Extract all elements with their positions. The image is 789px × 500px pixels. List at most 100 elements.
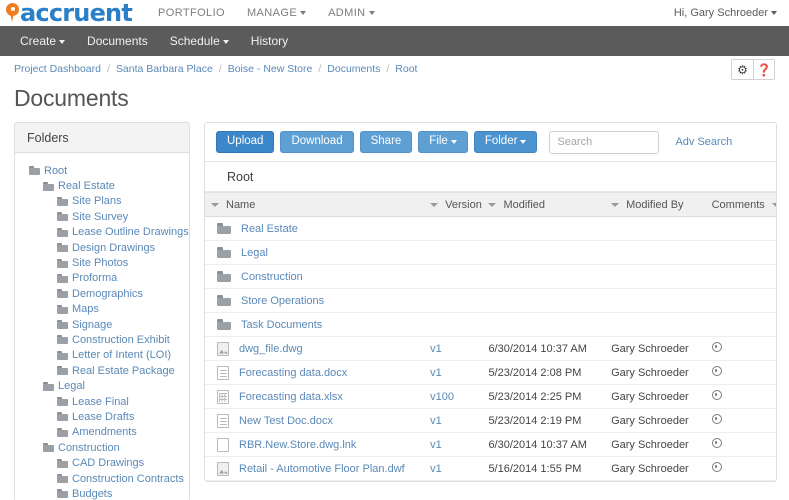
file-link[interactable]: New Test Doc.docx [239, 415, 333, 427]
folder-tree-item[interactable]: Lease Final [15, 394, 189, 409]
chevron-down-icon[interactable] [611, 202, 620, 207]
folder-tree-item[interactable]: Demographics [15, 286, 189, 301]
comment-icon[interactable] [711, 390, 722, 400]
nav-item-create[interactable]: Create [20, 34, 66, 48]
version-link[interactable]: v1 [430, 367, 442, 379]
version-link[interactable]: v1 [430, 343, 442, 355]
column-header-name[interactable]: Name [205, 192, 425, 217]
folder-link[interactable]: Task Documents [241, 319, 322, 331]
folder-link[interactable]: Real Estate [241, 223, 298, 235]
column-header-comments[interactable]: Comments [705, 192, 776, 217]
nav-item-schedule[interactable]: Schedule [170, 34, 229, 48]
breadcrumb: Project Dashboard / Santa Barbara Place … [0, 56, 789, 81]
version-link[interactable]: v1 [430, 415, 442, 427]
version-link[interactable]: v1 [430, 463, 442, 475]
folder-tree-item[interactable]: Site Survey [15, 209, 189, 224]
folder-link[interactable]: Legal [241, 247, 268, 259]
table-row[interactable]: Task Documents [205, 312, 776, 337]
chevron-down-icon[interactable] [771, 202, 776, 207]
breadcrumb-item-1[interactable]: Santa Barbara Place [116, 63, 213, 75]
table-row[interactable]: Real Estate [205, 216, 776, 241]
column-header-modified-by[interactable]: Modified By [605, 192, 706, 217]
top-nav-manage[interactable]: MANAGE [247, 7, 307, 19]
chevron-down-icon[interactable] [430, 202, 439, 207]
chevron-down-icon[interactable] [488, 202, 497, 207]
folder-tree-item[interactable]: Real Estate Package [15, 363, 189, 378]
table-row[interactable]: Legal [205, 240, 776, 265]
folder-tree-item[interactable]: Maps [15, 302, 189, 317]
folder-tree-item[interactable]: Site Plans [15, 194, 189, 209]
folder-tree-item[interactable]: Construction [15, 440, 189, 455]
chevron-down-icon [520, 140, 527, 144]
upload-button[interactable]: Upload [216, 131, 275, 153]
folder-tree-item[interactable]: Lease Drafts [15, 409, 189, 424]
comment-icon[interactable] [711, 438, 722, 448]
folder-tree-item-label: Construction [58, 441, 120, 454]
folder-tree-item[interactable]: Signage [15, 317, 189, 332]
folder-tree-item[interactable]: Letter of Intent (LOI) [15, 348, 189, 363]
breadcrumb-item-3[interactable]: Documents [327, 63, 380, 75]
folder-tree-item[interactable]: Amendments [15, 425, 189, 440]
table-row[interactable]: Construction [205, 264, 776, 289]
cell-modified: 5/16/2014 1:55 PM [482, 456, 606, 481]
comment-icon[interactable] [711, 342, 722, 352]
adv-search-link[interactable]: Adv Search [675, 136, 732, 148]
folder-tree-item[interactable]: Proforma [15, 271, 189, 286]
folder-tree-item[interactable]: Legal [15, 378, 189, 393]
version-link[interactable]: v100 [430, 391, 454, 403]
breadcrumb-item-2[interactable]: Boise - New Store [228, 63, 313, 75]
comment-icon[interactable] [711, 366, 722, 376]
cell-modified [482, 240, 606, 265]
share-button[interactable]: Share [359, 131, 413, 153]
folder-menu-button[interactable]: Folder [473, 131, 538, 153]
comment-icon[interactable] [711, 414, 722, 424]
folder-tree-item[interactable]: Root [15, 163, 189, 178]
top-nav-admin-label: ADMIN [328, 7, 366, 19]
user-menu[interactable]: Hi, Gary Schroeder [674, 0, 777, 26]
file-link[interactable]: Retail - Automotive Floor Plan.dwf [239, 463, 405, 475]
gear-icon[interactable]: ⚙ [732, 60, 753, 79]
file-link[interactable]: Forecasting data.xlsx [239, 391, 343, 403]
comment-icon[interactable] [711, 462, 722, 472]
folder-link[interactable]: Construction [241, 271, 303, 283]
folder-tree-item[interactable]: Lease Outline Drawings... [15, 225, 189, 240]
file-blank-icon [217, 437, 229, 452]
cell-modified-by [605, 288, 706, 313]
search-input[interactable] [549, 130, 660, 154]
top-nav-admin[interactable]: ADMIN [328, 7, 375, 19]
table-row[interactable]: Forecasting data.xlsx v100 5/23/2014 2:25 … [205, 384, 776, 409]
folder-tree-item[interactable]: Site Photos [15, 255, 189, 270]
table-row[interactable]: dwg_file.dwg v1 6/30/2014 10:37 AM Gary Sch… [205, 336, 776, 361]
download-button[interactable]: Download [280, 131, 354, 153]
column-header-version[interactable]: Version [424, 192, 483, 217]
file-link[interactable]: dwg_file.dwg [239, 343, 303, 355]
table-row[interactable]: New Test Doc.docx v1 5/23/2014 2:19 PM Gary… [205, 408, 776, 433]
table-row[interactable]: Forecasting data.docx v1 5/23/2014 2:08 PM… [205, 360, 776, 385]
cell-version [424, 312, 483, 337]
breadcrumb-item-0[interactable]: Project Dashboard [14, 63, 101, 75]
table-row[interactable]: Store Operations [205, 288, 776, 313]
folder-icon [57, 227, 68, 237]
top-nav-portfolio[interactable]: PORTFOLIO [158, 7, 225, 19]
folder-tree-item[interactable]: Budgets [15, 486, 189, 500]
folder-tree-item[interactable]: Real Estate [15, 178, 189, 193]
accruent-logo[interactable]: accruent [6, 0, 133, 26]
folder-tree-item[interactable]: Construction Exhibit [15, 332, 189, 347]
folders-sidebar-title: Folders [15, 123, 189, 153]
file-link[interactable]: RBR.New.Store.dwg.lnk [239, 439, 356, 451]
chevron-down-icon[interactable] [211, 202, 219, 207]
file-link[interactable]: Forecasting data.docx [239, 367, 347, 379]
table-row[interactable]: Retail - Automotive Floor Plan.dwf v1 5/16… [205, 456, 776, 481]
folder-link[interactable]: Store Operations [241, 295, 324, 307]
breadcrumb-item-4[interactable]: Root [395, 63, 417, 75]
help-icon[interactable]: ❓ [753, 60, 774, 79]
folder-tree-item[interactable]: Design Drawings [15, 240, 189, 255]
file-menu-button[interactable]: File [418, 131, 468, 153]
column-header-modified[interactable]: Modified [482, 192, 606, 217]
nav-item-history[interactable]: History [251, 34, 288, 48]
folder-tree-item[interactable]: CAD Drawings [15, 455, 189, 470]
table-row[interactable]: RBR.New.Store.dwg.lnk v1 6/30/2014 10:37 A… [205, 432, 776, 457]
version-link[interactable]: v1 [430, 439, 442, 451]
nav-item-documents[interactable]: Documents [87, 34, 148, 48]
folder-tree-item[interactable]: Construction Contracts [15, 471, 189, 486]
